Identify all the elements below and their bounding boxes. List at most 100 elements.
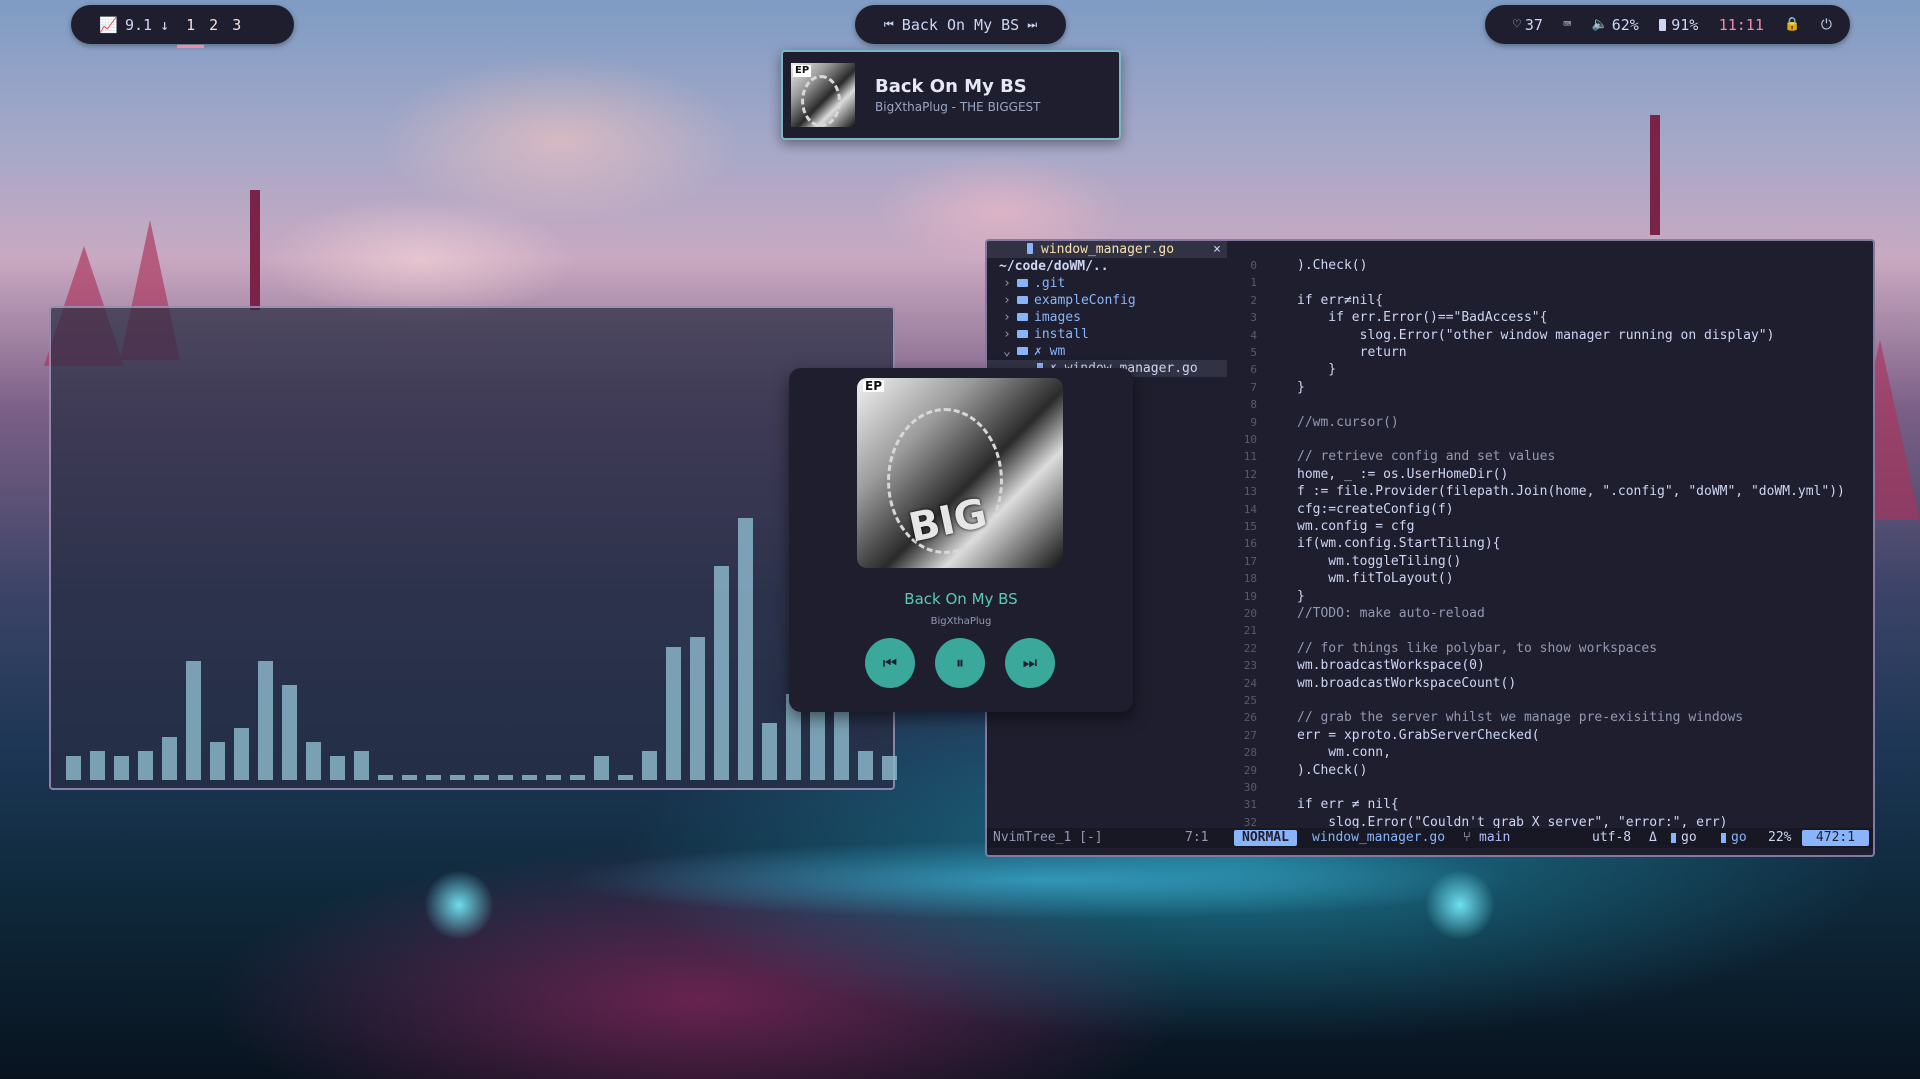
encoding: utf-8: [1592, 830, 1632, 845]
next-button[interactable]: ⏭: [1005, 638, 1055, 688]
folder-icon: [1017, 279, 1028, 287]
previous-button[interactable]: ⏮: [865, 638, 915, 688]
tree-arrow-icon: ⌄: [1003, 344, 1011, 359]
glow-plant-left: [424, 870, 494, 940]
power-icon[interactable]: ⏻: [1821, 17, 1832, 33]
code-line: // grab the server whilst we manage pre-…: [1297, 710, 1744, 726]
code-line: cfg:=createConfig(f): [1297, 501, 1454, 517]
code-line: //wm.cursor(): [1297, 414, 1399, 430]
visualizer-bar: [666, 647, 681, 780]
line-number: 14: [1243, 502, 1257, 516]
tree-right: [1650, 115, 1660, 235]
visualizer-bar: [330, 756, 345, 780]
visualizer-bar: [426, 775, 441, 780]
code-line: ).Check(): [1297, 762, 1368, 778]
file-icon: [1027, 243, 1033, 254]
line-number: 20: [1243, 607, 1257, 620]
line-number: 12: [1243, 467, 1257, 481]
prev-track-icon[interactable]: ⏮: [884, 18, 894, 32]
code-line: wm.toggleTiling(): [1297, 553, 1462, 569]
tree-arrow-icon: ›: [1003, 327, 1011, 342]
visualizer-bar: [282, 685, 297, 780]
tree-item[interactable]: › .git: [987, 275, 1227, 292]
line-number: 8: [1250, 398, 1257, 412]
line-number: 19: [1243, 589, 1257, 603]
visualizer-bar: [90, 751, 105, 780]
tree-item[interactable]: › install: [987, 326, 1227, 343]
player-track-title: Back On My BS: [904, 590, 1018, 608]
code-line: }: [1297, 362, 1337, 378]
next-track-icon[interactable]: ⏭: [1027, 18, 1037, 32]
visualizer-bar: [162, 737, 177, 780]
tree-item-label: exampleConfig: [1034, 293, 1136, 308]
battery-group: 91%: [1659, 16, 1698, 34]
visualizer-bar: [402, 775, 417, 780]
lock-icon[interactable]: 🔒: [1784, 17, 1800, 32]
folder-icon: [1017, 296, 1028, 304]
folder-icon: [1017, 330, 1028, 338]
volume-group[interactable]: 🔈 62%: [1592, 16, 1639, 34]
notification-text: Back On My BS BigXthaPlug - THE BIGGEST: [875, 76, 1040, 114]
tree-item-label: install: [1034, 327, 1089, 342]
code-line: home, _ := os.UserHomeDir(): [1297, 466, 1509, 482]
tree-item[interactable]: ⌄ ✗ wm: [987, 343, 1227, 360]
code-line: return: [1297, 345, 1407, 360]
tab-close-icon[interactable]: ×: [1213, 241, 1221, 258]
visualizer-bar: [114, 756, 129, 780]
tree-item-label: images: [1034, 310, 1081, 325]
line-number: 27: [1243, 728, 1257, 742]
folder-icon: [1017, 313, 1028, 321]
tree-item[interactable]: › images: [987, 309, 1227, 326]
system-tray: ♡ 37 ⌨ 🔈 62% 91% 11:11 🔒 ⏻: [1485, 5, 1850, 44]
chart-line-icon: 📈: [99, 15, 118, 34]
visualizer-bar: [498, 775, 513, 780]
line-number: 7: [1250, 380, 1257, 394]
visualizer-bar: [858, 751, 873, 780]
tree-item[interactable]: › exampleConfig: [987, 292, 1227, 309]
code-pane[interactable]: 0 1 2 3 4 5 6 7 8 9 10 11 12 13 14 15 16 17 18 19 20 21 22 23 24…: [1227, 257, 1873, 830]
cursor-position: 472:1: [1802, 830, 1869, 846]
workspace-2[interactable]: 2: [209, 16, 218, 34]
workspace-1[interactable]: 1: [177, 16, 205, 48]
cover-ep-tag: EP: [793, 65, 812, 77]
code-line: err = xproto.GrabServerChecked(: [1297, 727, 1540, 743]
code-line: }: [1297, 379, 1305, 395]
line-number: 17: [1243, 554, 1257, 568]
workspace-3[interactable]: 3: [232, 16, 241, 34]
visualizer-bar: [474, 775, 489, 780]
player-album-art: EP BIG: [857, 378, 1063, 568]
tree-root[interactable]: ~/code/doWM/..: [987, 258, 1227, 275]
pause-icon: ⏸: [955, 653, 964, 672]
tree-position: 7:1: [1185, 830, 1209, 845]
line-number: 11: [1243, 450, 1257, 464]
buffer-tab[interactable]: window_manager.go ×: [987, 241, 1227, 258]
code-line: if err.Error()=="BadAccess"{: [1297, 310, 1548, 326]
line-number: 15: [1243, 520, 1257, 533]
visualizer-bar: [690, 637, 705, 780]
filetype-icon: [1671, 833, 1676, 843]
tree-arrow-icon: ›: [1003, 310, 1011, 325]
code-line: f := file.Provider(filepath.Join(home, "…: [1297, 484, 1845, 500]
visualizer-bar: [258, 661, 273, 780]
pause-button[interactable]: ⏸: [935, 638, 985, 688]
code-line: wm.broadcastWorkspaceCount(): [1297, 675, 1517, 691]
code-line: slog.Error("other window manager running…: [1297, 327, 1775, 343]
visualizer-bar: [138, 751, 153, 780]
media-notification[interactable]: EP Back On My BS BigXthaPlug - THE BIGGE…: [781, 50, 1121, 140]
code-line: }: [1297, 588, 1305, 604]
cpu-value: 9.1: [125, 15, 153, 34]
visualizer-bar: [618, 775, 633, 780]
music-player[interactable]: EP BIG Back On My BS BigXthaPlug ⏮ ⏸ ⏭: [789, 368, 1133, 712]
line-number: 26: [1243, 711, 1257, 725]
audio-visualizer-window[interactable]: [49, 306, 897, 790]
glow-plant-right: [1425, 870, 1495, 940]
code-line: ).Check(): [1297, 258, 1368, 273]
line-number: 30: [1243, 781, 1257, 794]
line-number: 25: [1243, 694, 1257, 707]
notification-album-art: EP: [791, 63, 855, 127]
visualizer-bar: [450, 775, 465, 780]
code-line: wm.config = cfg: [1297, 519, 1415, 534]
line-number: 1: [1250, 276, 1257, 290]
visualizer-bar: [378, 775, 393, 780]
media-bar: ⏮ Back On My BS ⏭: [855, 5, 1066, 44]
